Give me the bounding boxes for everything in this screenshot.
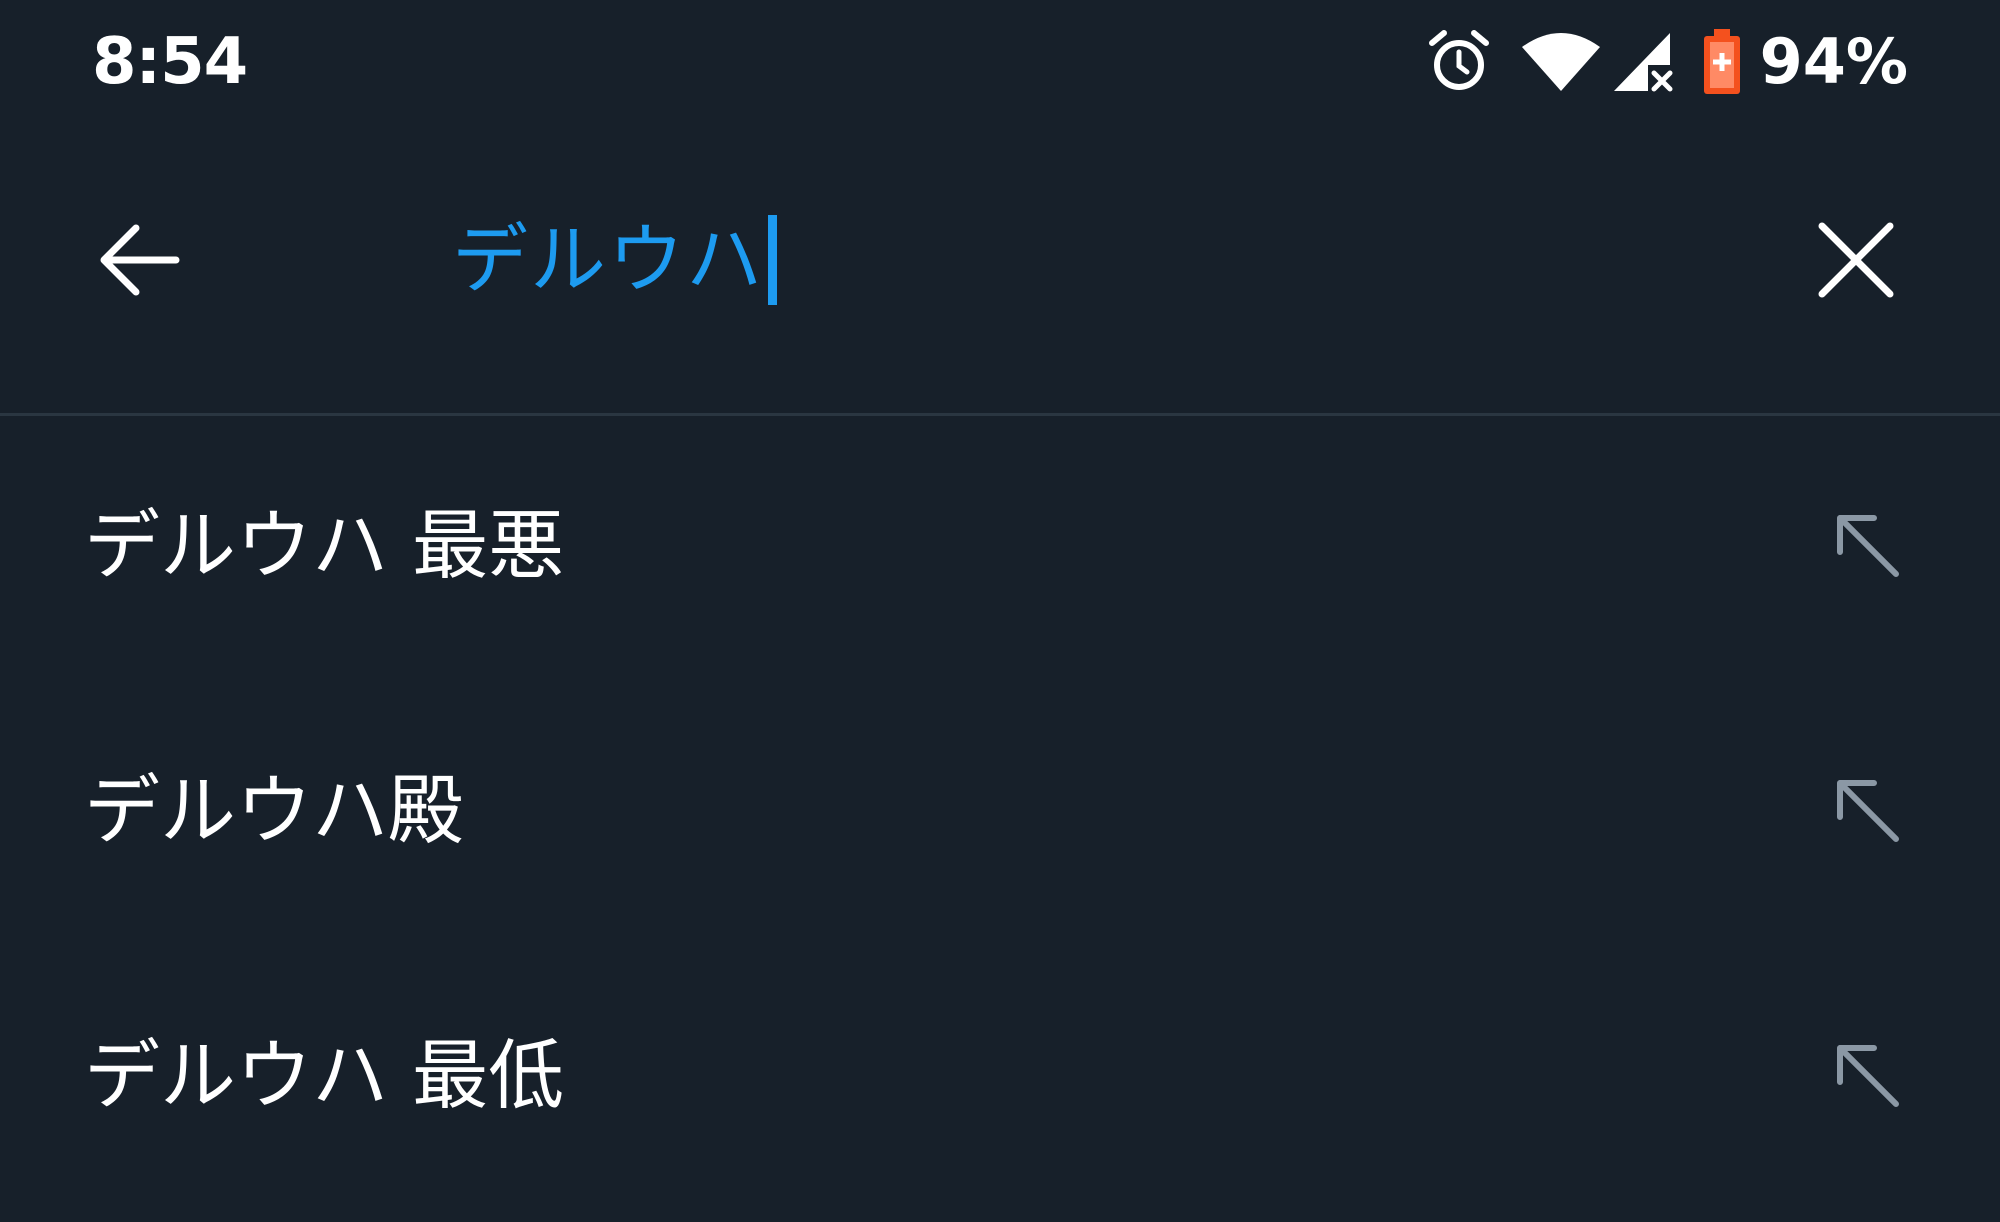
alarm-icon [1424, 27, 1494, 97]
search-query-text[interactable]: デルウハ [452, 208, 764, 312]
status-time: 8:54 [92, 25, 248, 99]
battery-charging-icon [1700, 27, 1744, 97]
status-icons: 94% [1424, 26, 1908, 98]
close-icon [1818, 222, 1894, 298]
fill-query-arrow-icon[interactable] [1826, 769, 1906, 849]
signal-no-service-icon [1610, 27, 1676, 97]
suggestion-label: デルウハ殿 [84, 766, 464, 855]
suggestion-label: デルウハ 最低 [84, 1031, 565, 1120]
search-screen: 8:54 94% デルウハ デルウハ 最悪 デルウハ殿 デルウハ 最低 [0, 0, 2000, 1222]
fill-query-arrow-icon[interactable] [1826, 1034, 1906, 1114]
list-item[interactable]: デルウハ殿 [0, 681, 2000, 946]
list-item[interactable]: デルウハ 最低 [0, 946, 2000, 1211]
list-item[interactable]: デルウハ 最悪 [0, 416, 2000, 681]
fill-query-arrow-icon[interactable] [1826, 504, 1906, 584]
clear-search-button[interactable] [1808, 212, 1904, 308]
search-header: デルウハ [0, 130, 2000, 416]
battery-percentage: 94% [1759, 25, 1908, 98]
wifi-icon [1520, 27, 1602, 97]
suggestion-label: デルウハ 最悪 [84, 501, 565, 590]
back-button[interactable] [92, 212, 188, 308]
suggestion-list: デルウハ 最悪 デルウハ殿 デルウハ 最低 [0, 416, 2000, 1211]
search-input[interactable]: デルウハ [452, 208, 777, 312]
back-arrow-icon [100, 224, 180, 296]
text-cursor [768, 215, 777, 305]
status-bar: 8:54 94% [0, 0, 2000, 130]
